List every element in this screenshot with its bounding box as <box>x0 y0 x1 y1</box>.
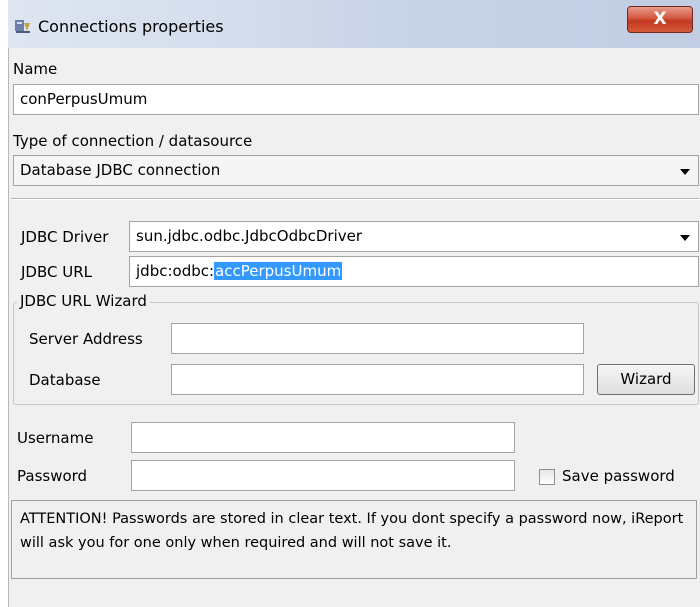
jdbc-url-selected-text: accPerpusUmum <box>214 262 343 280</box>
server-address-label: Server Address <box>29 330 143 348</box>
jdbc-driver-dropdown[interactable]: sun.jdbc.odbc.JdbcOdbcDriver <box>129 221 699 252</box>
chevron-down-icon <box>680 235 690 241</box>
jdbc-url-label: JDBC URL <box>21 263 93 281</box>
name-field[interactable]: conPerpusUmum <box>13 84 699 115</box>
server-address-field[interactable] <box>171 323 584 354</box>
section-divider <box>11 198 699 200</box>
save-password-checkbox[interactable] <box>539 469 555 485</box>
jdbc-url-wizard-title: JDBC URL Wizard <box>17 292 150 310</box>
name-label: Name <box>13 60 58 78</box>
password-label: Password <box>17 467 88 485</box>
username-field[interactable] <box>131 422 515 453</box>
connection-type-value: Database JDBC connection <box>20 161 221 179</box>
jdbc-driver-value: sun.jdbc.odbc.JdbcOdbcDriver <box>136 227 363 245</box>
database-field[interactable] <box>171 364 584 395</box>
close-button[interactable]: X <box>627 6 693 33</box>
username-label: Username <box>17 429 94 447</box>
wizard-button[interactable]: Wizard <box>597 364 695 395</box>
jdbc-driver-label: JDBC Driver <box>21 228 109 246</box>
connections-properties-dialog: Connections properties X Name conPerpusU… <box>8 0 700 607</box>
ireport-app-icon <box>15 20 30 33</box>
title-bar[interactable]: Connections properties X <box>8 0 700 48</box>
jdbc-url-prefix: jdbc:odbc: <box>136 262 215 280</box>
name-value: conPerpusUmum <box>20 90 148 108</box>
dialog-body: Name conPerpusUmum Type of connection / … <box>8 48 700 607</box>
jdbc-url-field[interactable]: jdbc:odbc:accPerpusUmum <box>129 256 699 287</box>
chevron-down-icon <box>680 169 690 175</box>
attention-message: ATTENTION! Passwords are stored in clear… <box>11 500 697 579</box>
connection-type-label: Type of connection / datasource <box>13 132 253 150</box>
database-label: Database <box>29 371 101 389</box>
window-title: Connections properties <box>38 17 224 36</box>
connection-type-dropdown[interactable]: Database JDBC connection <box>13 155 699 186</box>
save-password-label[interactable]: Save password <box>562 467 675 485</box>
password-field[interactable] <box>131 460 515 491</box>
